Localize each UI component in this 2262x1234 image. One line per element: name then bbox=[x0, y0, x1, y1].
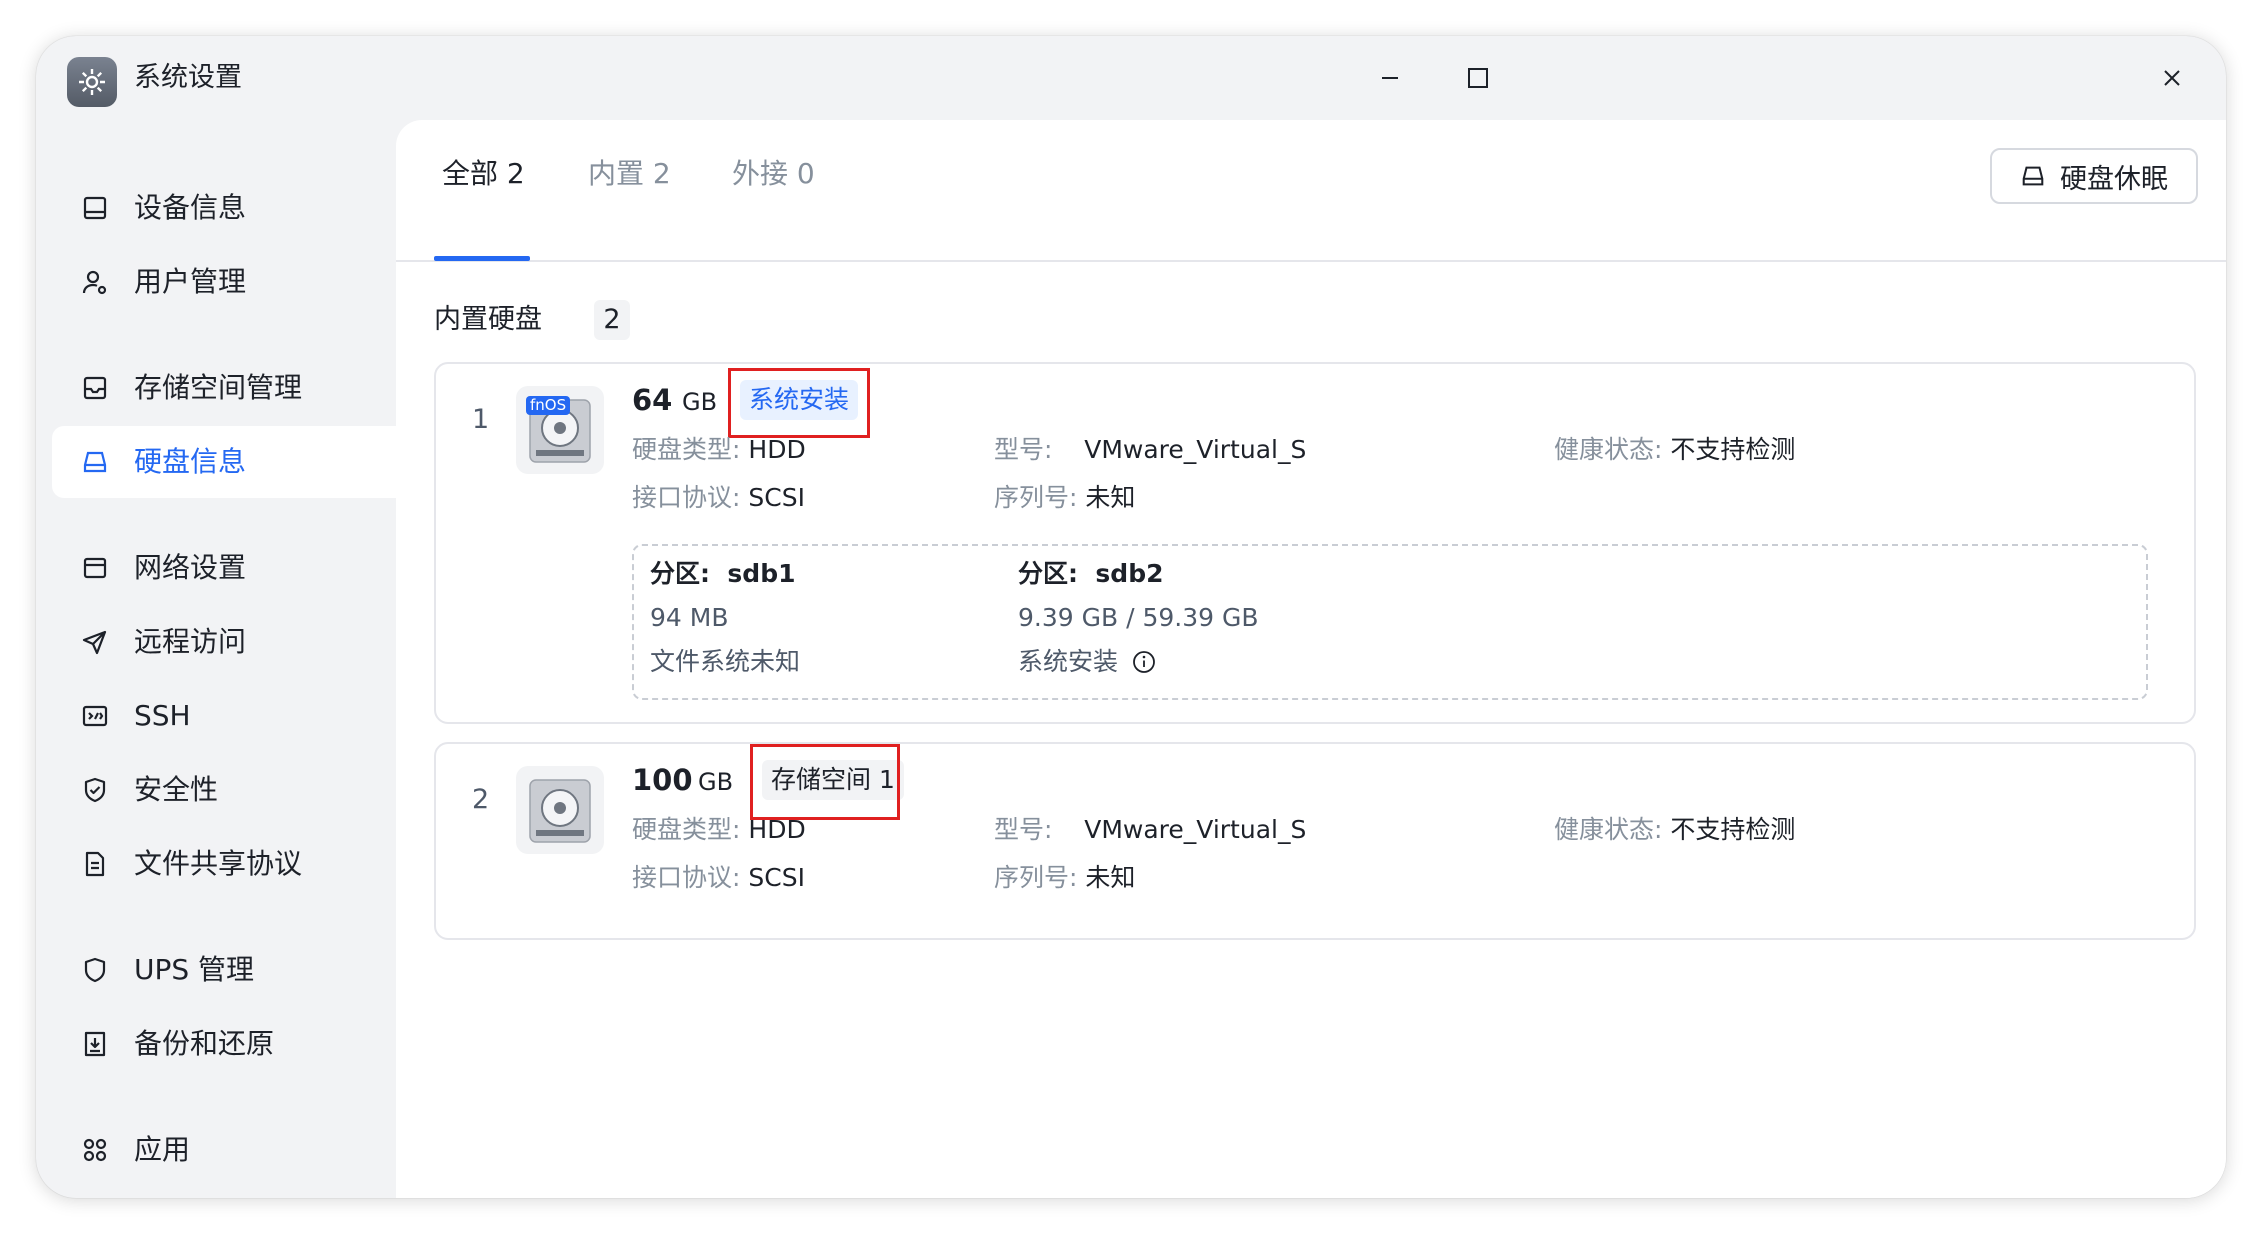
disk-index: 2 bbox=[472, 784, 490, 815]
sidebar-item-label: 应用 bbox=[134, 1133, 191, 1166]
disk-interface: 接口协议: SCSI bbox=[632, 863, 805, 892]
disk-card[interactable]: 2 100 GB 存储空间 1 硬盘类型: HDD 型号: VMware_Vir… bbox=[434, 742, 2196, 940]
tab-active-indicator bbox=[434, 256, 530, 261]
partition-2-name: 分区: sdb2 bbox=[1018, 559, 1164, 588]
disk-size-value: 100 bbox=[632, 763, 693, 797]
sidebar-item-network[interactable]: 网络设置 bbox=[52, 532, 416, 604]
section-title: 内置硬盘 bbox=[434, 304, 542, 335]
disk-info-icon bbox=[83, 451, 107, 473]
terminal-icon bbox=[82, 705, 108, 727]
sidebar-item-label: 设备信息 bbox=[134, 191, 247, 224]
maximize-icon bbox=[1468, 68, 1488, 88]
shield-check-icon bbox=[84, 777, 106, 803]
send-icon bbox=[82, 630, 107, 655]
sidebar-item-label: UPS 管理 bbox=[134, 953, 255, 986]
sidebar-item-label: SSH bbox=[134, 699, 191, 732]
sidebar-item-file-share[interactable]: 文件共享协议 bbox=[52, 828, 416, 900]
apps-icon bbox=[83, 1138, 107, 1162]
settings-window: 系统设置 设备信息 用户管理 存储空间管理 硬盘信息 网络设置 远程访问 SSH… bbox=[36, 36, 2226, 1198]
disk-icon bbox=[2022, 166, 2044, 186]
disk-size-unit: GB bbox=[682, 388, 718, 416]
sidebar-item-storage-manage[interactable]: 存储空间管理 bbox=[52, 352, 416, 424]
sidebar-item-label: 远程访问 bbox=[134, 625, 247, 658]
device-info-icon bbox=[83, 196, 107, 220]
disk-health: 健康状态: 不支持检测 bbox=[1554, 435, 1796, 464]
minimize-icon bbox=[1382, 77, 1398, 79]
settings-gear-icon bbox=[67, 57, 117, 107]
backup-icon bbox=[84, 1031, 106, 1057]
sidebar-item-label: 存储空间管理 bbox=[134, 371, 303, 404]
close-button[interactable] bbox=[2146, 56, 2198, 100]
sidebar-item-label: 备份和还原 bbox=[134, 1027, 275, 1060]
disk-type: 硬盘类型: HDD bbox=[632, 435, 806, 464]
hard-disk-icon: fnOS bbox=[516, 386, 604, 474]
disk-model: 型号: VMware_Virtual_S bbox=[994, 815, 1307, 844]
partition-1-size: 94 MB bbox=[650, 603, 729, 632]
shield-icon bbox=[84, 957, 106, 983]
sidebar-item-ups[interactable]: UPS 管理 bbox=[52, 934, 416, 1006]
fnos-badge: fnOS bbox=[526, 396, 571, 415]
disk-sleep-button[interactable]: 硬盘休眠 bbox=[1990, 148, 2198, 204]
partition-2-desc: 系统安装 bbox=[1018, 644, 1156, 680]
disk-index: 1 bbox=[472, 404, 490, 435]
maximize-button[interactable] bbox=[1452, 56, 1504, 100]
sidebar-item-label: 安全性 bbox=[134, 773, 219, 806]
tab-bar: 全部 2 内置 2 外接 0 硬盘休眠 bbox=[396, 120, 2226, 262]
sidebar-item-label: 用户管理 bbox=[134, 265, 247, 298]
window-title: 系统设置 bbox=[134, 62, 242, 93]
disk-sleep-label: 硬盘休眠 bbox=[2060, 163, 2168, 195]
tab-internal[interactable]: 内置 2 bbox=[588, 154, 671, 194]
sidebar-item-ssh[interactable]: SSH bbox=[52, 680, 416, 752]
sidebar-item-disk-info[interactable]: 硬盘信息 bbox=[52, 426, 416, 498]
disk-serial: 序列号: 未知 bbox=[994, 483, 1136, 512]
sidebar-item-remote-access[interactable]: 远程访问 bbox=[52, 606, 416, 678]
sidebar-item-user-manage[interactable]: 用户管理 bbox=[52, 246, 416, 318]
main-panel: 全部 2 内置 2 外接 0 硬盘休眠 内置硬盘 2 1 fnOS 64 GB … bbox=[396, 120, 2226, 1198]
sidebar-item-label: 文件共享协议 bbox=[134, 847, 303, 880]
disk-size-unit: GB bbox=[698, 768, 734, 796]
minimize-button[interactable] bbox=[1364, 56, 1416, 100]
sidebar-item-security[interactable]: 安全性 bbox=[52, 754, 416, 826]
tab-all[interactable]: 全部 2 bbox=[442, 154, 525, 194]
sidebar-item-device-info[interactable]: 设备信息 bbox=[52, 172, 416, 244]
sidebar-item-backup[interactable]: 备份和还原 bbox=[52, 1008, 416, 1080]
tab-external[interactable]: 外接 0 bbox=[732, 154, 815, 194]
sidebar-item-label: 网络设置 bbox=[134, 551, 247, 584]
partition-1-desc: 文件系统未知 bbox=[650, 647, 801, 676]
network-icon bbox=[83, 557, 107, 579]
disk-model: 型号: VMware_Virtual_S bbox=[994, 435, 1307, 464]
file-doc-icon bbox=[85, 851, 105, 877]
highlight-box bbox=[728, 368, 870, 438]
disk-card[interactable]: 1 fnOS 64 GB 系统安装 硬盘类型: HDD 型号: VMware_V… bbox=[434, 362, 2196, 724]
sidebar-item-label: 硬盘信息 bbox=[134, 445, 247, 478]
hard-disk-icon bbox=[516, 766, 604, 854]
info-icon[interactable] bbox=[1132, 650, 1156, 674]
disk-health: 健康状态: 不支持检测 bbox=[1554, 815, 1796, 844]
partition-1-name: 分区: sdb1 bbox=[650, 559, 796, 588]
close-icon bbox=[2164, 70, 2180, 86]
disk-size-value: 64 bbox=[632, 383, 673, 417]
disk-serial: 序列号: 未知 bbox=[994, 863, 1136, 892]
partition-list: 分区: sdb1 94 MB 文件系统未知 分区: sdb2 9.39 GB /… bbox=[632, 544, 2148, 700]
section-count-badge: 2 bbox=[594, 300, 630, 340]
storage-manage-icon bbox=[83, 376, 107, 400]
sidebar-item-apps[interactable]: 应用 bbox=[52, 1114, 416, 1186]
partition-2-size: 9.39 GB / 59.39 GB bbox=[1018, 603, 1259, 632]
user-manage-icon bbox=[82, 270, 107, 295]
highlight-box bbox=[750, 744, 900, 820]
disk-interface: 接口协议: SCSI bbox=[632, 483, 805, 512]
title-bar: 系统设置 bbox=[36, 36, 2226, 120]
disk-type: 硬盘类型: HDD bbox=[632, 815, 806, 844]
